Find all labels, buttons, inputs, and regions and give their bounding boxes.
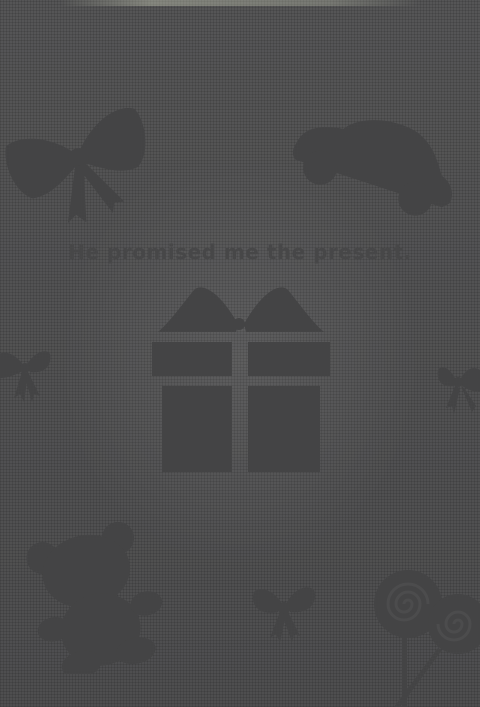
bow-icon <box>437 367 480 414</box>
bow-icon <box>5 108 146 224</box>
teddy-bear-icon <box>26 522 163 674</box>
gift-box-icon <box>152 287 330 472</box>
lollipop-icon <box>374 570 480 707</box>
top-glow <box>60 0 420 6</box>
car-icon <box>292 120 452 216</box>
scene-message: He promised me the present. <box>68 240 412 264</box>
bow-icon <box>253 587 315 642</box>
bow-icon <box>0 351 51 402</box>
